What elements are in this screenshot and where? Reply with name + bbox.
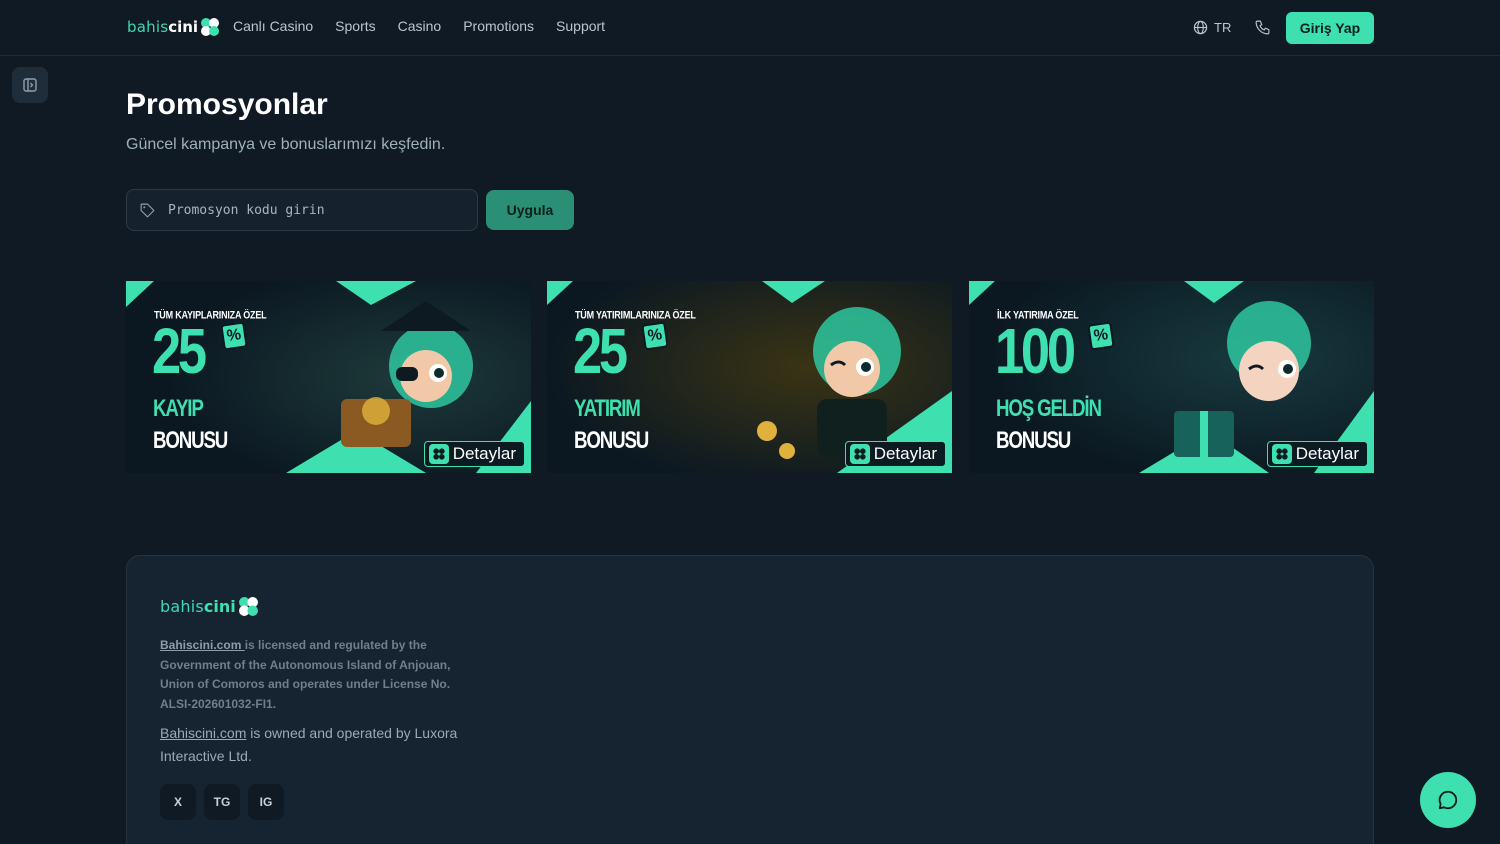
banner-details-label: Detaylar [452, 444, 516, 463]
banner-amount: 25 [152, 315, 207, 387]
language-selector[interactable]: TR [1193, 20, 1231, 35]
phone-icon[interactable] [1254, 19, 1271, 36]
owner-site-link[interactable]: Bahiscini.com [160, 725, 246, 741]
apply-promo-button[interactable]: Uygula [486, 190, 574, 230]
top-navbar: bahis cini Canlı Casino Sports Casino Pro… [0, 0, 1500, 56]
clover-icon [849, 444, 870, 464]
banner-details-label: Detaylar [873, 444, 937, 463]
promo-code-input[interactable] [168, 202, 458, 218]
clover-icon [1271, 444, 1292, 464]
promo-code-field[interactable] [126, 189, 478, 231]
banner-title-line1: HOŞ GELDİN [996, 395, 1102, 422]
ownership-text: Bahiscini.com is owned and operated by L… [160, 722, 460, 768]
social-instagram-button[interactable]: IG [248, 784, 284, 820]
footer-logo-text-a: bahis [160, 597, 204, 616]
brand-logo-text-b: cini [168, 18, 199, 36]
sidebar-panel-icon [23, 78, 37, 92]
promo-banner-welcome-bonus[interactable]: İLK YATIRIMA ÖZEL 100 % HOŞ GELDİN BONUS… [969, 281, 1374, 473]
banner-title-line2: BONUSU [996, 427, 1071, 454]
nav-casino[interactable]: Casino [398, 18, 442, 34]
brand-logo[interactable]: bahis cini [127, 17, 220, 37]
banner-title-line2: BONUSU [574, 427, 649, 454]
social-telegram-button[interactable]: TG [204, 784, 240, 820]
banner-title-line1: YATIRIM [574, 395, 641, 422]
site-footer: bahis cini Bahiscini.com is licensed and … [126, 555, 1374, 844]
chat-bubble-icon [1438, 790, 1458, 810]
nav-promotions[interactable]: Promotions [463, 18, 534, 34]
license-text: Bahiscini.com is licensed and regulated … [160, 636, 470, 714]
nav-sports[interactable]: Sports [335, 18, 375, 34]
banner-details-button[interactable]: Detaylar [844, 441, 946, 467]
banner-details-button[interactable]: Detaylar [423, 441, 525, 467]
license-site-link[interactable]: Bahiscini.com [160, 638, 245, 652]
nav-support[interactable]: Support [556, 18, 605, 34]
sidebar-toggle-button[interactable] [12, 67, 48, 103]
banner-percent-badge: % [220, 321, 248, 351]
logo-clover-icon [238, 597, 258, 616]
banner-percent-badge: % [641, 321, 669, 351]
banner-details-button[interactable]: Detaylar [1266, 441, 1368, 467]
tag-icon [140, 203, 155, 217]
banner-details-label: Detaylar [1295, 444, 1359, 463]
banner-title-line1: KAYIP [153, 395, 204, 422]
logo-clover-icon [201, 18, 220, 36]
brand-logo-text-a: bahis [127, 18, 169, 36]
promo-banner-deposit-bonus[interactable]: TÜM YATIRIMLARINIZA ÖZEL 25 % YATIRIM BO… [547, 281, 952, 473]
main-nav: Canlı Casino Sports Casino Promotions Su… [233, 18, 605, 34]
clover-icon [428, 444, 449, 464]
banner-amount: 25 [573, 315, 628, 387]
footer-logo-text-b: cini [203, 597, 236, 616]
nav-live-casino[interactable]: Canlı Casino [233, 18, 313, 34]
social-links: X TG IG [160, 784, 284, 820]
banner-title-line2: BONUSU [153, 427, 228, 454]
banner-amount: 100 [995, 315, 1076, 387]
language-code: TR [1214, 20, 1232, 35]
promo-banner-loss-bonus[interactable]: TÜM KAYIPLARINIZA ÖZEL 25 % KAYIP BONUSU… [126, 281, 531, 473]
banner-percent-badge: % [1087, 321, 1115, 351]
login-button[interactable]: Giriş Yap [1286, 12, 1374, 44]
globe-icon [1193, 20, 1208, 35]
social-x-button[interactable]: X [160, 784, 196, 820]
live-chat-button[interactable] [1420, 772, 1476, 828]
page-title: Promosyonlar [126, 88, 328, 121]
footer-brand-logo: bahis cini [160, 596, 259, 617]
page-subtitle: Güncel kampanya ve bonuslarımızı keşfedi… [126, 136, 446, 153]
